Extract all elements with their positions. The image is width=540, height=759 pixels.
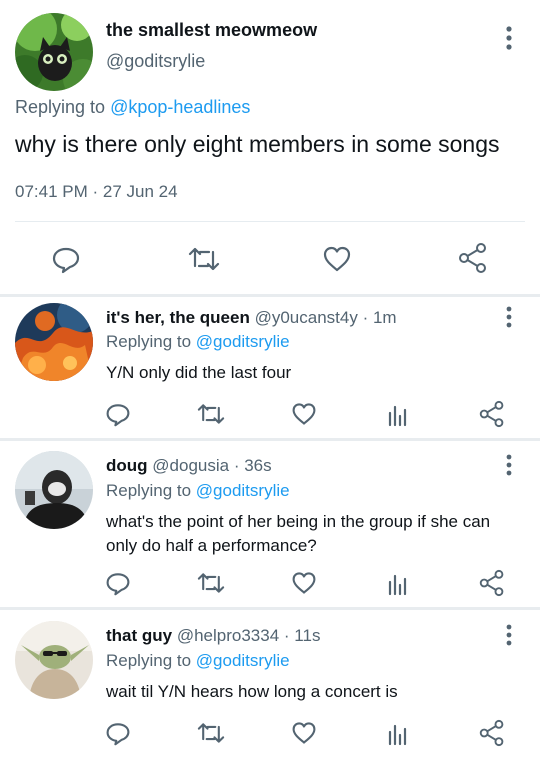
reply-icon[interactable] <box>51 244 81 274</box>
replying-prefix: Replying to <box>106 332 196 351</box>
action-bar <box>0 395 540 435</box>
reply-icon[interactable] <box>105 720 131 746</box>
share-icon[interactable] <box>479 400 505 428</box>
action-bar <box>0 236 540 280</box>
avatar[interactable] <box>15 303 93 381</box>
display-name[interactable]: the smallest meowmeow <box>106 20 317 41</box>
more-options-icon[interactable] <box>498 305 520 329</box>
replying-to-link[interactable]: @goditsrylie <box>196 651 290 670</box>
avatar[interactable] <box>15 451 93 529</box>
replying-to-link[interactable]: @goditsrylie <box>196 481 290 500</box>
reply-header: doug @dogusia · 36s <box>106 456 272 476</box>
replying-to: Replying to @goditsrylie <box>106 481 290 501</box>
analytics-icon[interactable] <box>385 401 411 427</box>
like-icon[interactable] <box>291 570 317 596</box>
reply-header: it's her, the queen @y0ucanst4y · 1m <box>106 308 397 328</box>
like-icon[interactable] <box>291 720 317 746</box>
reply-icon[interactable] <box>105 570 131 596</box>
more-options-icon[interactable] <box>498 623 520 647</box>
display-name[interactable]: it's her, the queen <box>106 308 250 327</box>
divider <box>15 221 525 222</box>
timestamp[interactable]: 07:41 PM · 27 Jun 24 <box>15 182 178 202</box>
analytics-icon[interactable] <box>385 570 411 596</box>
display-name[interactable]: doug <box>106 456 148 475</box>
retweet-icon[interactable] <box>197 720 225 746</box>
replying-to-link[interactable]: @kpop-headlines <box>110 97 250 117</box>
replying-to: Replying to @goditsrylie <box>106 332 290 352</box>
reply-tweet: it's her, the queen @y0ucanst4y · 1m Rep… <box>0 297 540 438</box>
replying-prefix: Replying to <box>106 651 196 670</box>
reply-icon[interactable] <box>105 401 131 427</box>
reply-tweet: doug @dogusia · 36s Replying to @goditsr… <box>0 441 540 607</box>
handle[interactable]: @goditsrylie <box>106 51 205 72</box>
action-bar <box>0 714 540 754</box>
tweet-text: why is there only eight members in some … <box>15 131 500 157</box>
replying-prefix: Replying to <box>106 481 196 500</box>
display-name[interactable]: that guy <box>106 626 172 645</box>
reply-time: · 1m <box>357 308 397 327</box>
reply-time: · 11s <box>279 626 321 645</box>
retweet-icon[interactable] <box>197 570 225 596</box>
handle[interactable]: @helpro3334 <box>177 626 279 645</box>
more-options-icon[interactable] <box>498 453 520 477</box>
retweet-icon[interactable] <box>197 401 225 427</box>
replying-prefix: Replying to <box>15 97 111 117</box>
share-icon[interactable] <box>458 242 488 274</box>
reply-text: wait til Y/N hears how long a concert is <box>106 682 398 701</box>
more-options-icon[interactable] <box>498 24 520 52</box>
reply-time: · 36s <box>229 456 272 475</box>
reply-text: what's the point of her being in the gro… <box>106 512 491 555</box>
action-bar <box>0 565 540 605</box>
replying-to: Replying to @goditsrylie <box>106 651 290 671</box>
avatar[interactable] <box>15 621 93 699</box>
replying-to: Replying to @kpop-headlines <box>15 97 250 118</box>
like-icon[interactable] <box>322 244 352 274</box>
reply-tweet: that guy @helpro3334 · 11s Replying to @… <box>0 610 540 759</box>
avatar[interactable] <box>15 13 93 91</box>
reply-header: that guy @helpro3334 · 11s <box>106 626 320 646</box>
analytics-icon[interactable] <box>385 720 411 746</box>
handle[interactable]: @dogusia <box>152 456 229 475</box>
share-icon[interactable] <box>479 719 505 747</box>
replying-to-link[interactable]: @goditsrylie <box>196 332 290 351</box>
share-icon[interactable] <box>479 569 505 597</box>
main-tweet: the smallest meowmeow @goditsrylie Reply… <box>0 0 540 294</box>
like-icon[interactable] <box>291 401 317 427</box>
retweet-icon[interactable] <box>188 244 220 274</box>
reply-text: Y/N only did the last four <box>106 363 292 382</box>
handle[interactable]: @y0ucanst4y <box>255 308 358 327</box>
